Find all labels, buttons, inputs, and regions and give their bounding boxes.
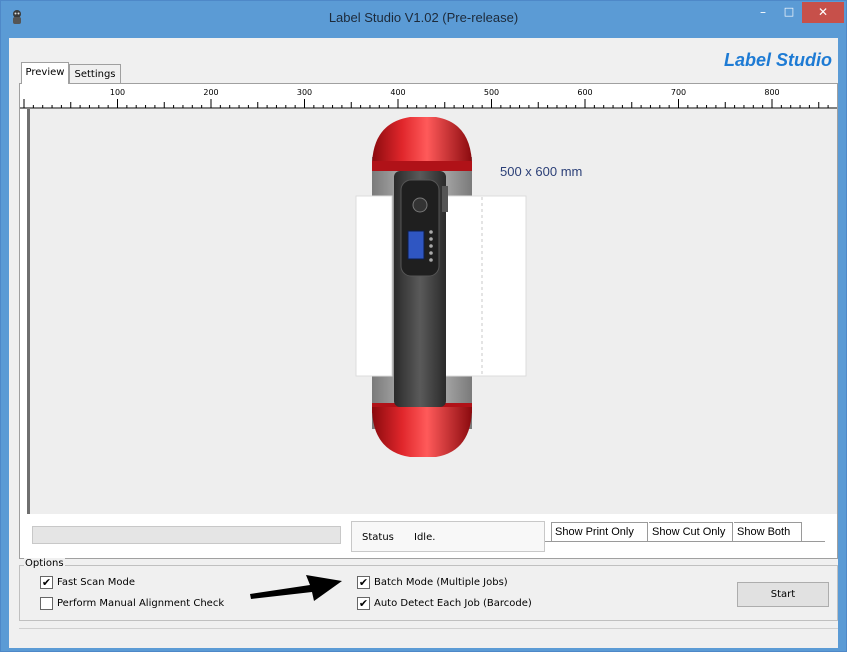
auto-detect-checkbox[interactable]: ✔ (357, 597, 370, 610)
preview-canvas: 500 x 600 mm (27, 109, 837, 514)
window-client-area: Label Studio Preview Settings 100 200 300 4… (9, 38, 838, 648)
close-button[interactable]: ✕ (802, 2, 844, 23)
media-sheet-right (443, 195, 527, 377)
side-grip (442, 186, 448, 212)
tab-show-cut-only[interactable]: Show Cut Only (649, 522, 733, 541)
ruler-label: 700 (671, 88, 686, 97)
start-button[interactable]: Start (737, 582, 829, 607)
tab-settings[interactable]: Settings (69, 64, 121, 84)
auto-detect-label: Auto Detect Each Job (Barcode) (374, 598, 532, 609)
device-bottom-cap (372, 407, 472, 457)
view-tabs-baseline (545, 541, 825, 542)
tab-show-print-only[interactable]: Show Print Only (551, 522, 648, 541)
media-size-label: 500 x 600 mm (500, 164, 583, 179)
ruler-ticks: 100 200 300 400 500 600 700 800 (20, 88, 837, 109)
lcd-display (407, 230, 425, 260)
status-value: Idle. (414, 532, 436, 543)
title-bar[interactable]: Label Studio V1.02 (Pre-release) – □ ✕ (1, 1, 846, 38)
ruler: 100 200 300 400 500 600 700 800 (20, 84, 837, 109)
status-label: Status (362, 532, 394, 543)
ruler-label: 200 (203, 88, 218, 97)
options-legend: Options (24, 558, 65, 569)
bottom-divider (19, 628, 838, 629)
manual-alignment-checkbox[interactable] (40, 597, 53, 610)
device-top-cap (372, 117, 472, 167)
media-sheet-left (355, 195, 393, 377)
ruler-label: 600 (577, 88, 592, 97)
fast-scan-checkbox[interactable]: ✔ (40, 576, 53, 589)
tab-show-both[interactable]: Show Both (734, 522, 802, 541)
window-title: Label Studio V1.02 (Pre-release) (328, 10, 519, 25)
progress-bar (32, 526, 341, 544)
batch-mode-checkbox[interactable]: ✔ (357, 576, 370, 589)
brand-logo-text: Label Studio (724, 50, 832, 70)
manual-alignment-label: Perform Manual Alignment Check (57, 598, 225, 609)
ruler-label: 500 (484, 88, 499, 97)
status-panel: Status Idle. (351, 521, 545, 552)
view-mode-tabs: Show Print Only Show Cut Only Show Both (545, 522, 825, 543)
control-panel (400, 179, 440, 277)
device-top-cap-band (372, 161, 472, 171)
ruler-label: 100 (110, 88, 125, 97)
batch-mode-label: Batch Mode (Multiple Jobs) (374, 577, 508, 588)
options-group: Options ✔ Fast Scan Mode Perform Manual … (19, 558, 838, 621)
arrow-annotation-icon (250, 575, 342, 601)
fast-scan-label: Fast Scan Mode (57, 577, 136, 588)
ruler-label: 800 (764, 88, 779, 97)
preview-panel: 100 200 300 400 500 600 700 800 500 x 60… (19, 83, 838, 559)
tab-preview[interactable]: Preview (21, 62, 69, 84)
maximize-button[interactable]: □ (776, 2, 802, 23)
ruler-label: 300 (297, 88, 312, 97)
dial-icon (412, 197, 428, 213)
minimize-button[interactable]: – (750, 2, 776, 23)
app-window: Label Studio V1.02 (Pre-release) – □ ✕ L… (0, 0, 847, 652)
ruler-label: 400 (390, 88, 405, 97)
cutter-device-illustration (355, 117, 527, 457)
